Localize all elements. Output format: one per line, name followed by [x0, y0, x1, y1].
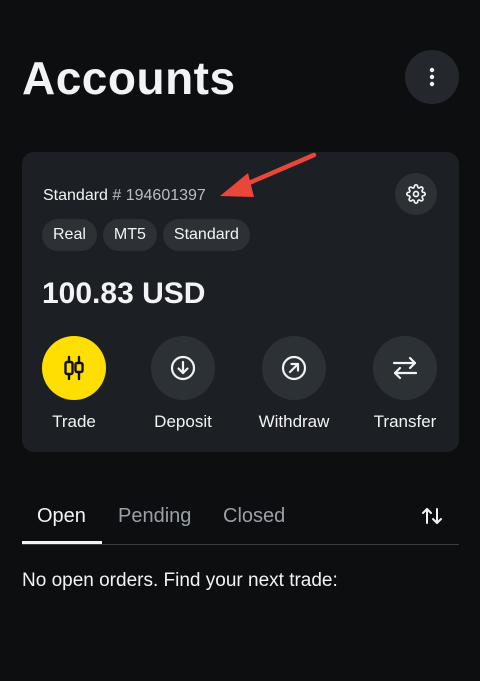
accounts-screen: Accounts Standard # 194601397 Real MT5 S… [0, 0, 480, 681]
tag-platform: MT5 [102, 219, 157, 251]
withdraw-button-circle[interactable] [262, 336, 326, 400]
arrow-down-circle-icon [170, 355, 196, 381]
orders-tabs: Open Pending Closed [22, 492, 459, 545]
page-title: Accounts [22, 52, 236, 104]
account-balance: 100.83 USD [42, 277, 206, 310]
tag-account-type: Standard [162, 219, 250, 251]
account-card: Standard # 194601397 Real MT5 Standard 1… [22, 152, 459, 452]
account-settings-button[interactable] [395, 173, 437, 215]
deposit-label: Deposit [154, 412, 212, 431]
active-tab-indicator [22, 541, 102, 544]
transfer-button-circle[interactable] [373, 336, 437, 400]
more-vertical-icon [429, 67, 435, 87]
deposit-button-circle[interactable] [151, 336, 215, 400]
arrow-up-right-circle-icon [281, 355, 307, 381]
tag-real: Real [42, 219, 97, 251]
more-menu-button[interactable] [405, 50, 459, 104]
account-tags: Real MT5 Standard [42, 219, 250, 251]
tab-open[interactable]: Open [37, 504, 86, 528]
tab-closed[interactable]: Closed [223, 504, 285, 528]
trade-button[interactable]: Trade [29, 336, 119, 432]
account-identifier: Standard # 194601397 [43, 186, 206, 206]
trade-label: Trade [52, 412, 96, 431]
deposit-button[interactable]: Deposit [138, 336, 228, 432]
candlestick-icon [64, 355, 84, 381]
trade-button-circle[interactable] [42, 336, 106, 400]
sort-arrows-icon [422, 508, 442, 524]
gear-icon [406, 184, 426, 204]
sort-button[interactable] [418, 502, 446, 530]
withdraw-button[interactable]: Withdraw [249, 336, 339, 432]
transfer-label: Transfer [373, 412, 437, 431]
account-type: Standard [43, 187, 108, 204]
account-number: # 194601397 [112, 187, 206, 204]
swap-arrows-icon [392, 356, 418, 380]
transfer-button[interactable]: Transfer [360, 336, 450, 432]
empty-orders-message: No open orders. Find your next trade: [22, 570, 338, 591]
withdraw-label: Withdraw [258, 412, 330, 431]
tab-pending[interactable]: Pending [118, 504, 191, 528]
